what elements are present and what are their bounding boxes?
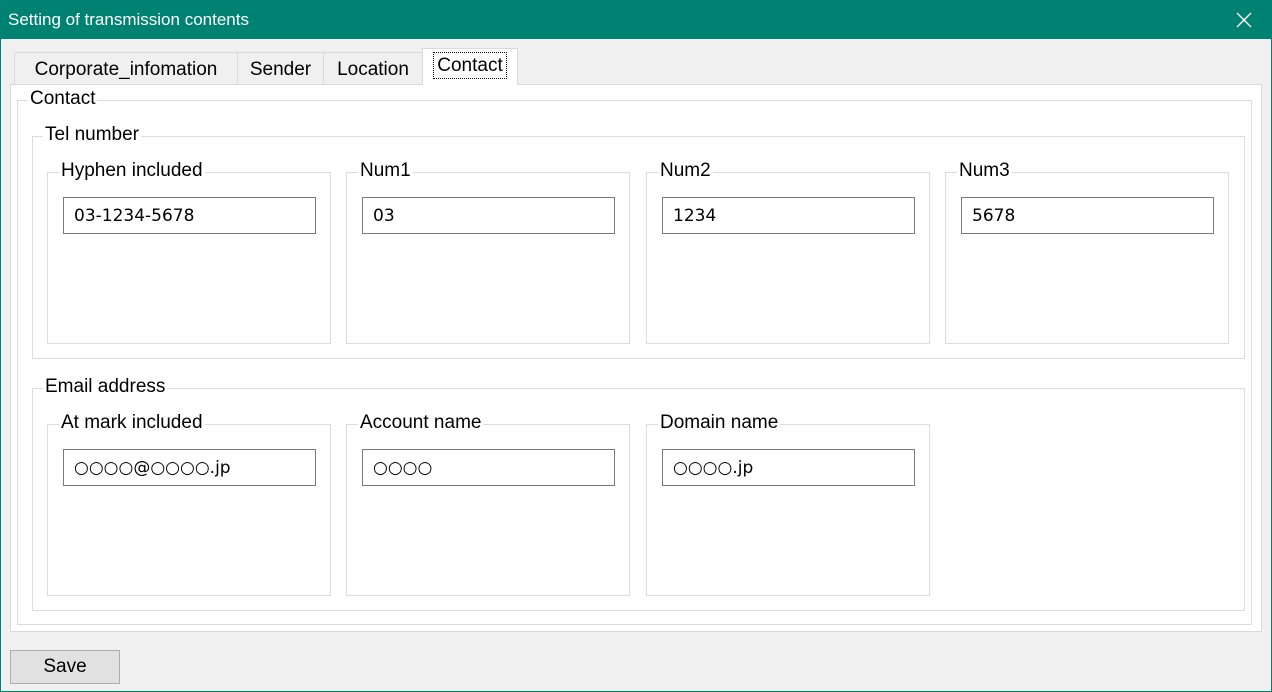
close-button[interactable]: [1217, 1, 1271, 39]
tab-corporate-information[interactable]: Corporate_infomation: [14, 52, 238, 85]
account-name-input[interactable]: [362, 449, 615, 486]
num1-label: Num1: [358, 160, 413, 182]
num2-group: Num2: [646, 160, 930, 344]
num3-group: Num3: [945, 160, 1229, 344]
dialog-window: Setting of transmission contents Corpora…: [0, 0, 1272, 692]
num1-input[interactable]: [362, 197, 615, 234]
hyphen-included-group: Hyphen included: [47, 160, 331, 344]
contact-group-label: Contact: [28, 88, 98, 110]
at-mark-included-label: At mark included: [59, 412, 205, 434]
account-name-label: Account name: [358, 412, 484, 434]
tel-number-label: Tel number: [43, 124, 141, 146]
domain-name-input[interactable]: [662, 449, 915, 486]
at-mark-included-input[interactable]: [63, 449, 316, 486]
contact-group: Contact Tel number Hyphen included Num1 …: [17, 88, 1252, 625]
domain-name-group: Domain name: [646, 412, 930, 596]
num3-input[interactable]: [961, 197, 1214, 234]
window-title: Setting of transmission contents: [8, 10, 249, 29]
tel-number-group: Tel number Hyphen included Num1 Num2 Num…: [32, 124, 1245, 359]
account-name-group: Account name: [346, 412, 630, 596]
at-mark-included-group: At mark included: [47, 412, 331, 596]
hyphen-included-label: Hyphen included: [59, 160, 205, 182]
save-button[interactable]: Save: [10, 650, 120, 684]
num1-group: Num1: [346, 160, 630, 344]
num2-label: Num2: [658, 160, 713, 182]
num2-input[interactable]: [662, 197, 915, 234]
title-bar[interactable]: Setting of transmission contents: [1, 1, 1271, 39]
tab-panel-contact: Contact Tel number Hyphen included Num1 …: [10, 84, 1262, 632]
num3-label: Num3: [957, 160, 1012, 182]
close-icon: [1236, 12, 1252, 28]
tab-label: Contact: [433, 52, 507, 79]
tab-location[interactable]: Location: [323, 52, 423, 85]
tab-label: Corporate_infomation: [34, 59, 218, 80]
tab-sender[interactable]: Sender: [237, 52, 324, 85]
tab-label: Sender: [249, 59, 312, 80]
hyphen-included-input[interactable]: [63, 197, 316, 234]
email-address-label: Email address: [43, 376, 168, 398]
tab-label: Location: [337, 59, 409, 80]
tab-contact[interactable]: Contact: [422, 48, 518, 85]
email-address-group: Email address At mark included Account n…: [32, 376, 1245, 611]
domain-name-label: Domain name: [658, 412, 781, 434]
